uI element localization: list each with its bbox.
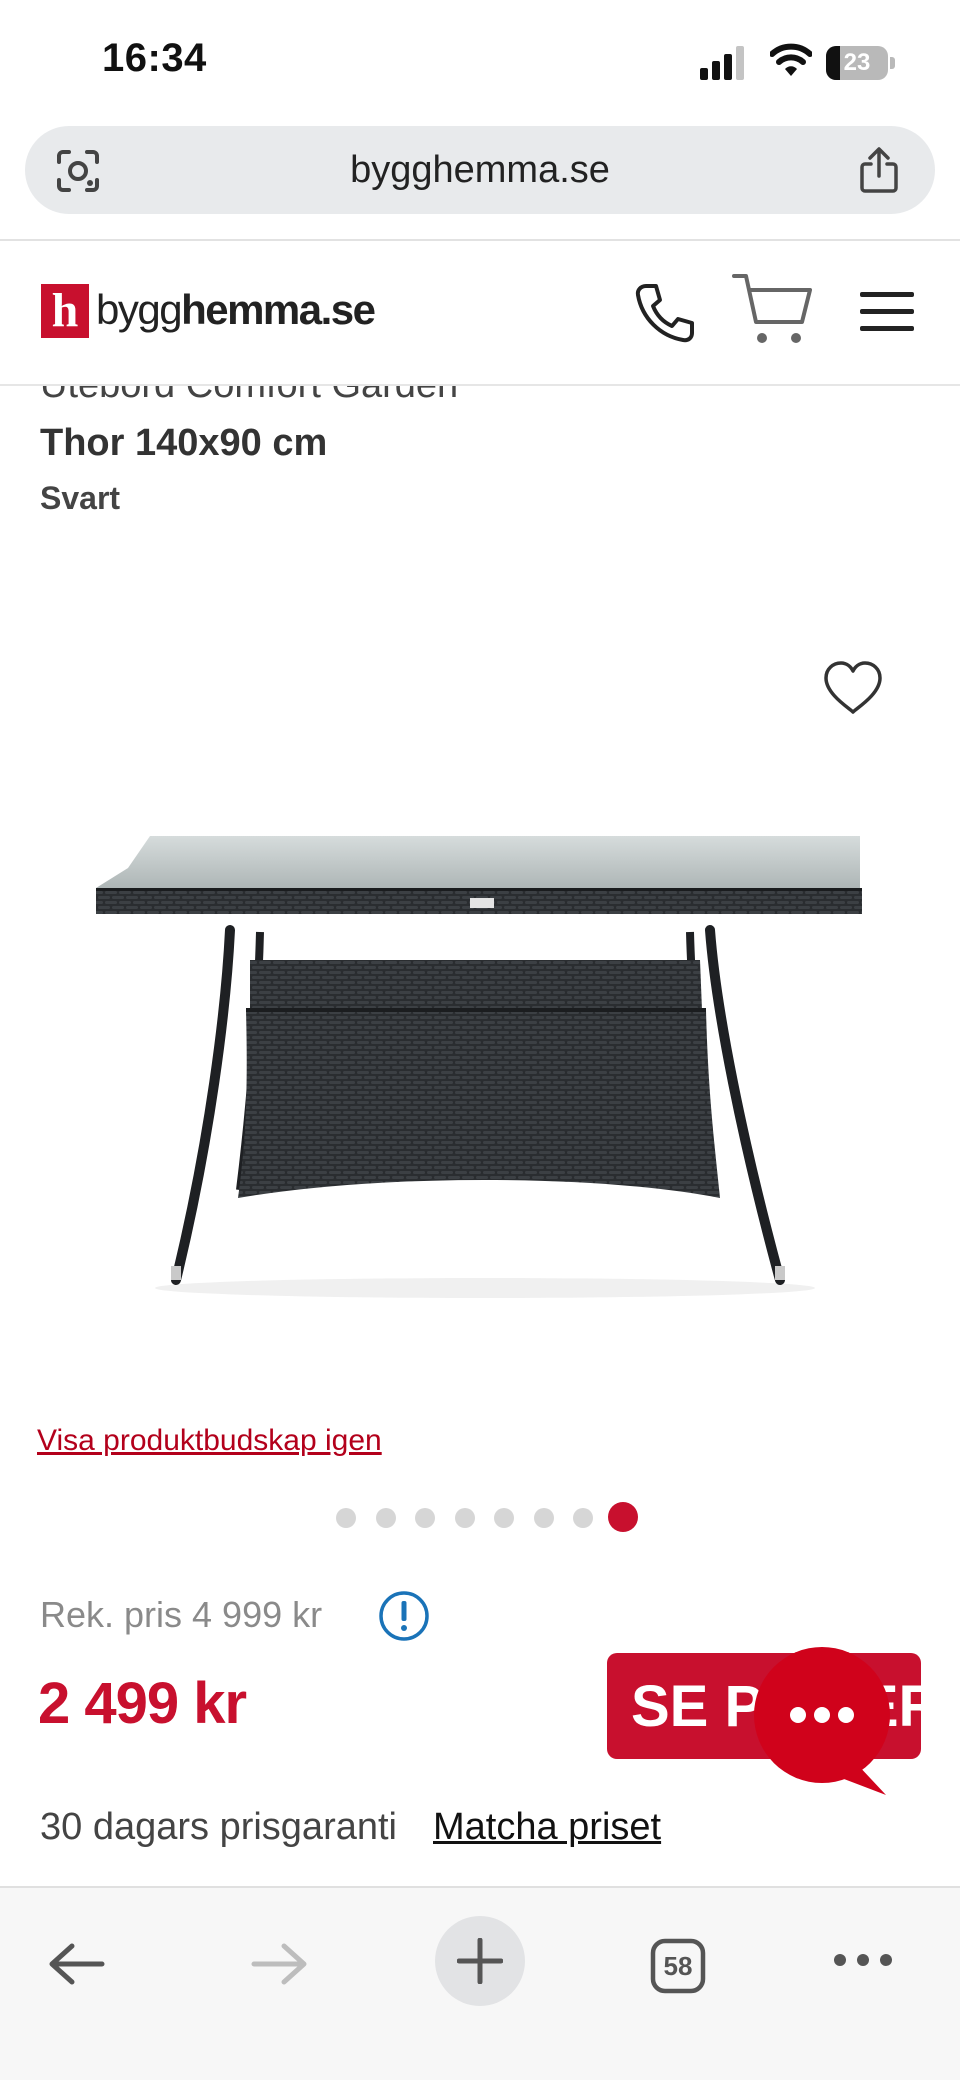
product-color: Svart — [40, 480, 121, 516]
carousel-dot[interactable] — [607, 1502, 638, 1532]
battery-indicator: 23 — [826, 46, 898, 80]
cart-icon[interactable] — [732, 272, 814, 348]
tabs-button[interactable]: 58 — [650, 1938, 706, 1994]
recommended-price: Rek. pris 4 999 kr — [40, 1594, 323, 1635]
carousel-dot[interactable] — [573, 1508, 593, 1528]
new-tab-button[interactable] — [435, 1916, 525, 2006]
site-logo[interactable]: bygghemma.se — [96, 286, 376, 334]
carousel-dot[interactable] — [454, 1508, 475, 1528]
back-arrow-icon[interactable] — [48, 1942, 106, 1986]
product-image[interactable] — [90, 810, 880, 1300]
price-guarantee-text: 30 dagars prisgaranti — [40, 1806, 397, 1848]
show-product-message-link[interactable]: Visa produktbudskap igen — [37, 1424, 382, 1458]
browser-toolbar: 58 — [0, 1886, 960, 2080]
logo-prefix: bygg — [96, 286, 183, 333]
share-icon[interactable] — [857, 146, 901, 194]
battery-cap — [890, 57, 895, 69]
browser-divider — [0, 239, 960, 241]
logo-suffix: .se — [320, 286, 376, 333]
status-time: 16:34 — [102, 36, 207, 80]
forward-arrow-icon[interactable] — [250, 1942, 308, 1986]
chat-bubble-icon[interactable] — [752, 1645, 892, 1805]
carousel-dot[interactable] — [375, 1508, 396, 1528]
heart-icon[interactable] — [822, 660, 884, 716]
info-icon[interactable] — [378, 1590, 430, 1642]
wifi-icon — [770, 43, 812, 76]
battery-icon: 23 — [826, 46, 888, 80]
lens-icon[interactable] — [55, 148, 101, 194]
product-price: 2 499 kr — [38, 1671, 247, 1736]
carousel-dot[interactable] — [533, 1508, 554, 1528]
match-price-link[interactable]: Matcha priset — [433, 1806, 661, 1849]
signal-icon — [700, 46, 744, 80]
product-series-title: Utebord Comfort Garden — [40, 386, 920, 408]
logo-mark[interactable]: h — [41, 284, 89, 338]
tabs-count: 58 — [663, 1951, 693, 1981]
carousel-dot[interactable] — [415, 1508, 435, 1528]
carousel-dot[interactable] — [494, 1508, 514, 1528]
more-icon[interactable] — [832, 1950, 894, 1970]
carousel-dot[interactable] — [336, 1508, 356, 1528]
logo-bold: hemma — [181, 286, 322, 333]
address-bar[interactable]: bygghemma.se — [25, 126, 935, 214]
phone-icon[interactable] — [632, 280, 698, 346]
plus-icon — [457, 1938, 503, 1984]
carousel-dots[interactable] — [326, 1500, 646, 1534]
battery-percent: 23 — [843, 49, 871, 76]
menu-icon[interactable] — [860, 290, 914, 334]
url-text[interactable]: bygghemma.se — [25, 126, 935, 214]
product-name: Thor 140x90 cm — [40, 422, 328, 464]
